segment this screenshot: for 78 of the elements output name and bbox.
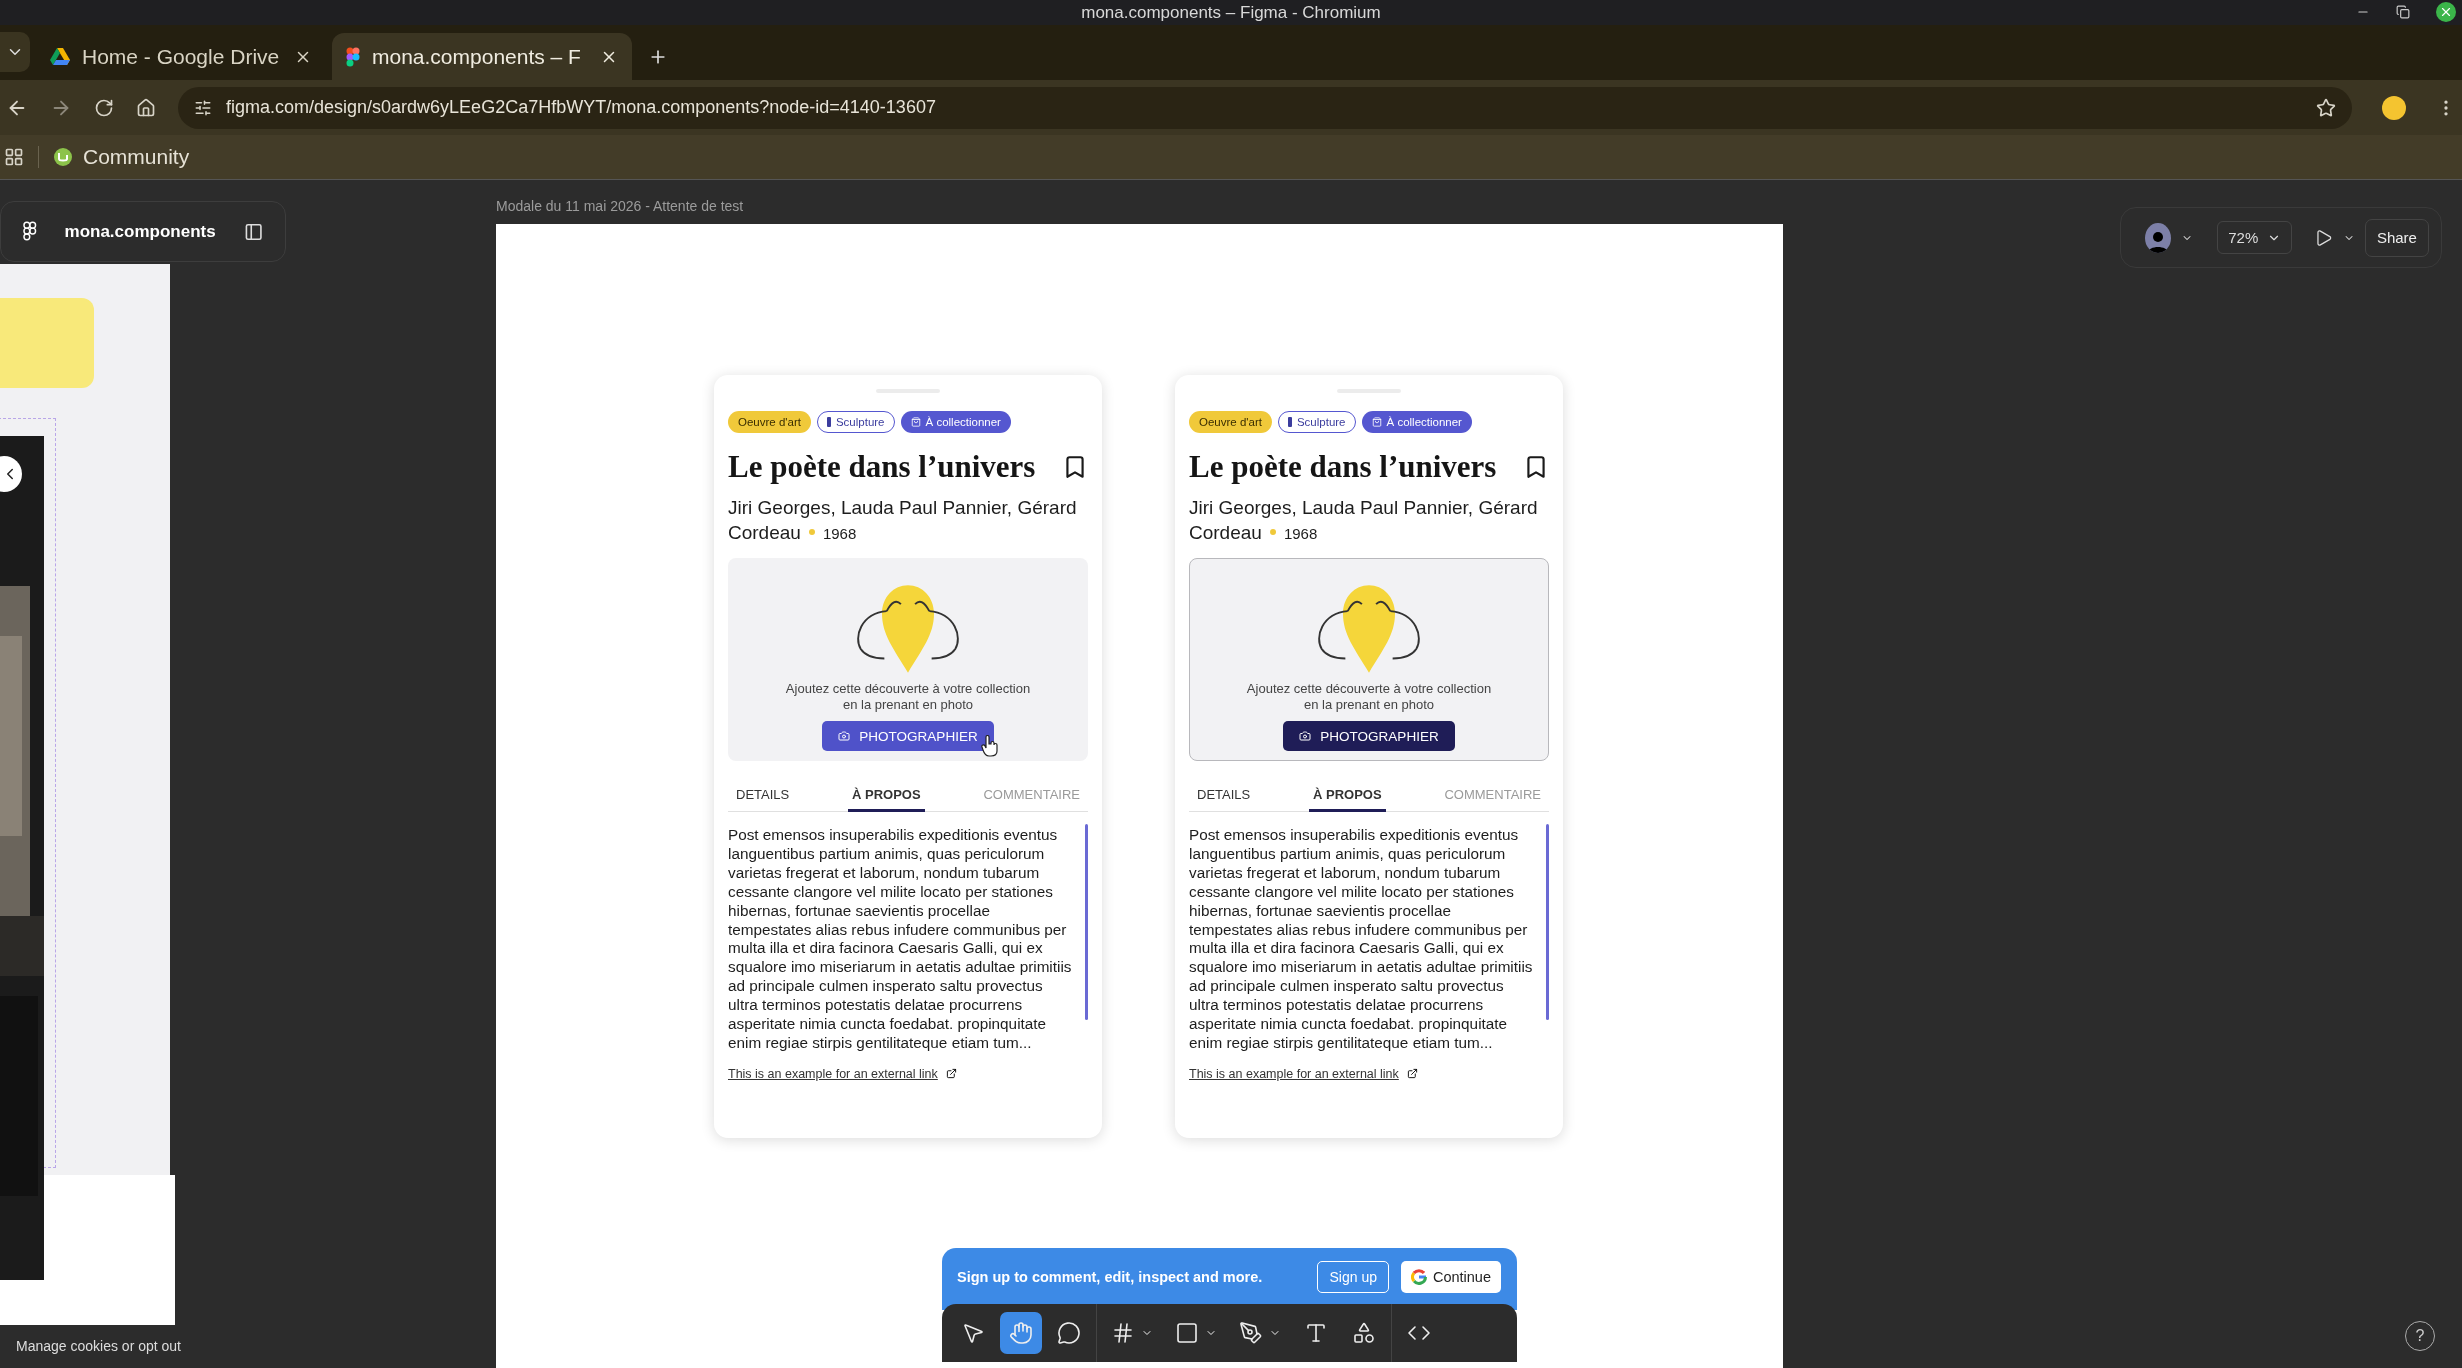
- drive-icon: [50, 47, 70, 66]
- bag-icon: [1371, 417, 1382, 427]
- site-info-icon: [194, 98, 212, 117]
- address-bar[interactable]: figma.com/design/s0ardw6yLEeG2Ca7HfbWYT/mona.components?node-id=4140-13607: [178, 86, 2352, 129]
- close-icon: [2439, 5, 2453, 19]
- dot-icon: [1269, 529, 1276, 536]
- hash-icon: [1111, 1321, 1135, 1345]
- signup-message: Sign up to comment, edit, inspect and more.: [957, 1269, 1264, 1285]
- camera-icon: [1299, 730, 1312, 742]
- user-avatar[interactable]: [2145, 222, 2171, 253]
- tag-label: Oeuvre d'art: [738, 416, 801, 428]
- profile-avatar[interactable]: [2382, 95, 2406, 120]
- restore-icon[interactable]: [2396, 5, 2410, 19]
- sidebar-toggle-icon[interactable]: [243, 221, 263, 242]
- pen-icon: [1239, 1321, 1263, 1345]
- external-link-icon: [945, 1068, 957, 1080]
- artwork-title: Le poète dans l’univers: [1189, 449, 1497, 485]
- file-name: mona.components: [64, 221, 216, 242]
- external-link-icon: [1406, 1068, 1418, 1080]
- browser-tab[interactable]: mona.components – F: [332, 33, 632, 80]
- star-icon: [2316, 97, 2336, 118]
- mint-icon: [53, 147, 73, 167]
- share-button[interactable]: Share: [2364, 218, 2429, 257]
- artwork-title: Le poète dans l’univers: [728, 449, 1036, 485]
- photo-prompt: Ajoutez cette découverte à votre collection en la prenant en photo: [1245, 681, 1493, 713]
- sculpture-icon: [1287, 417, 1292, 427]
- card-tab[interactable]: À PROPOS: [848, 781, 925, 812]
- file-menu[interactable]: mona.components: [0, 201, 286, 262]
- tag-label: À collectionner: [925, 416, 1001, 428]
- tag-label: Sculpture: [835, 416, 885, 428]
- artwork-authors: Jiri Georges, Lauda Paul Pannier, Gérard Cordeau 1968: [1189, 496, 1539, 545]
- artwork-year: 1968: [822, 525, 857, 542]
- sculpture-icon: [826, 417, 831, 427]
- description-text: Post emensos insuperabilis expeditionis eventus languentibus partium animis, quas periculorum varietas fregerat et laborum, nondum tubarum cessante clangore vel milite locato per stationes hibernas, fortunae saevientis procellae tempestates alias rebus infudere communibus per multa illa et dira facinora Caesaris Galli, qui ex squalore imo miseriarum in aetatis adultae primitiis ad principale culmen insperato saltu provectus ultra terminos potestatis delatae procurrens asperitate nimia cuncta foedabat. propinquitate enim regiae stirpis gentilitateque etiam tum...: [728, 826, 1073, 1053]
- text-icon: [1304, 1321, 1328, 1345]
- card-tab[interactable]: À PROPOS: [1309, 781, 1386, 812]
- tag-label: Oeuvre d'art: [1199, 416, 1262, 428]
- bag-icon: [910, 417, 921, 427]
- photo-prompt: Ajoutez cette découverte à votre collection en la prenant en photo: [784, 681, 1032, 713]
- description-text: Post emensos insuperabilis expeditionis eventus languentibus partium animis, quas periculorum varietas fregerat et laborum, nondum tubarum cessante clangore vel milite locato per stationes hibernas, fortunae saevientis procellae tempestates alias rebus infudere communibus per multa illa et dira facinora Caesaris Galli, qui ex squalore imo miseriarum in aetatis adultae primitiis ad principale culmen insperato saltu provectus ultra terminos potestatis delatae procurrens asperitate nimia cuncta foedabat. propinquitate enim regiae stirpis gentilitateque etiam tum...: [1189, 826, 1534, 1053]
- square-icon: [1175, 1321, 1199, 1345]
- reload-icon[interactable]: [94, 97, 114, 118]
- zoom-menu[interactable]: 72%: [2217, 221, 2292, 254]
- pointer-icon: [961, 1321, 985, 1345]
- bookmark-label: Community: [83, 145, 190, 169]
- shapes-icon: [1352, 1321, 1376, 1345]
- tag-label: Sculpture: [1296, 416, 1346, 428]
- photograph-button[interactable]: PHOTOGRAPHIER: [1283, 721, 1455, 751]
- close-button[interactable]: [2436, 2, 2456, 22]
- figma-icon: [346, 46, 360, 67]
- photograph-button[interactable]: PHOTOGRAPHIER: [822, 721, 994, 751]
- window-title: mona.components – Figma - Chromium: [1081, 2, 1381, 23]
- external-link[interactable]: This is an example for an external link: [728, 1066, 938, 1081]
- card-tab[interactable]: DETAILS: [732, 781, 794, 812]
- hand-tool[interactable]: [1000, 1312, 1042, 1354]
- artwork-year: 1968: [1283, 525, 1318, 542]
- signup-button[interactable]: Sign up: [1317, 1261, 1389, 1293]
- bookmark-link[interactable]: Community: [53, 145, 190, 169]
- hand-icon: [1009, 1321, 1033, 1345]
- browser-tab[interactable]: Home - Google Drive: [36, 33, 326, 80]
- continue-button[interactable]: Continue: [1400, 1261, 1501, 1293]
- card-tab[interactable]: DETAILS: [1193, 781, 1255, 812]
- frame-label: Modale du 11 mai 2026 - Attente de test: [496, 198, 744, 214]
- home-icon[interactable]: [136, 97, 156, 118]
- dot-icon: [808, 529, 815, 536]
- tab-title: Home - Google Drive: [82, 44, 281, 69]
- artwork-authors: Jiri Georges, Lauda Paul Pannier, Gérard Cordeau 1968: [728, 496, 1078, 545]
- external-link[interactable]: This is an example for an external link: [1189, 1066, 1399, 1081]
- tag-label: À collectionner: [1386, 416, 1462, 428]
- tab-list-button[interactable]: [0, 32, 30, 72]
- camera-icon: [838, 730, 851, 742]
- tab-title: mona.components – F: [372, 44, 582, 69]
- figma-icon: [23, 220, 37, 243]
- google-icon: [1410, 1269, 1427, 1285]
- hand-cursor-icon: [981, 735, 999, 757]
- url-text: figma.com/design/s0ardw6yLEeG2Ca7HfbWYT/mona.components?node-id=4140-13607: [226, 97, 937, 118]
- comment-icon: [1057, 1321, 1081, 1345]
- apps-icon[interactable]: [4, 147, 24, 167]
